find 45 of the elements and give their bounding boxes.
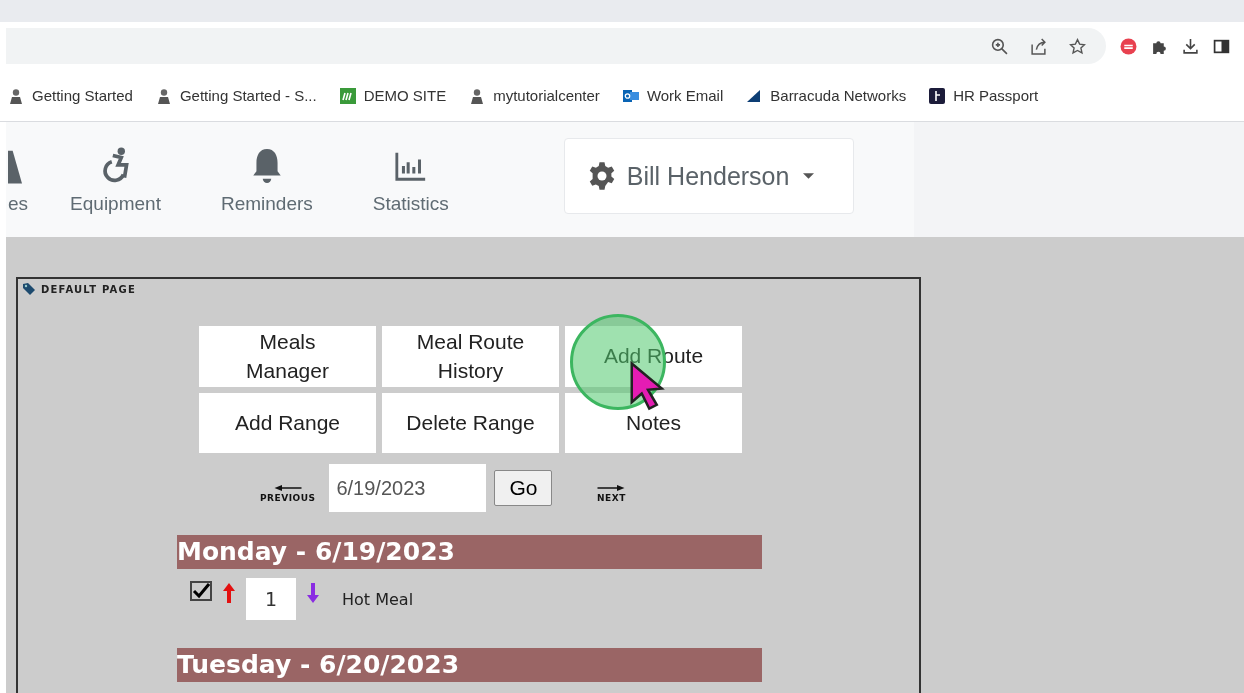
- bookmark-link[interactable]: Barracuda Networks: [746, 87, 907, 104]
- bookmark-link[interactable]: Getting Started - S...: [155, 87, 317, 104]
- nav-link[interactable]: Equipment: [40, 147, 191, 215]
- bookmark-link[interactable]: Work Email: [622, 87, 724, 104]
- sidebar-icon[interactable]: [1213, 37, 1230, 55]
- badge-icon: [929, 87, 946, 104]
- extension-icon[interactable]: [1120, 37, 1137, 55]
- bookmark-link[interactable]: Getting Started: [8, 87, 133, 104]
- bookmark-link[interactable]: mytutorialcenter: [469, 87, 600, 104]
- download-icon[interactable]: [1182, 37, 1199, 55]
- down-arrow-icon[interactable]: [306, 582, 320, 604]
- person-icon: [469, 87, 486, 104]
- day-heading: Monday - 6/19/2023: [177, 535, 762, 569]
- cursor-icon: [628, 361, 668, 411]
- menu-button[interactable]: Meal Route History: [382, 326, 559, 387]
- go-button[interactable]: Go: [494, 470, 553, 506]
- person-icon: [155, 87, 172, 104]
- mail-icon: [622, 87, 639, 104]
- person-icon: [8, 87, 24, 104]
- tag-icon: [22, 282, 36, 296]
- up-arrow-icon[interactable]: [222, 582, 236, 604]
- menu-button[interactable]: Notes: [565, 393, 742, 453]
- day-heading: Tuesday - 6/20/2023: [177, 648, 762, 682]
- user-menu-button[interactable]: Bill Henderson: [563, 138, 854, 214]
- meal-name: Hot Meal: [342, 589, 414, 609]
- nav-link[interactable]: Reminders: [190, 147, 343, 215]
- date-field[interactable]: 6/19/2023: [329, 464, 487, 512]
- quantity-field[interactable]: 1: [246, 578, 296, 620]
- menu-button[interactable]: Meals Manager: [199, 326, 376, 387]
- caret-icon: [803, 172, 815, 180]
- zoom-icon[interactable]: [991, 37, 1008, 55]
- logo-icon: [339, 87, 356, 104]
- bookmark-link[interactable]: DEMO SITE: [339, 87, 447, 104]
- fin-icon: [746, 87, 763, 104]
- share-icon[interactable]: [1030, 37, 1047, 55]
- nav-link[interactable]: es: [6, 147, 41, 215]
- bookmark-link[interactable]: HR Passport: [929, 87, 1039, 104]
- star-icon[interactable]: [1069, 37, 1086, 55]
- menu-button[interactable]: Delete Range: [382, 393, 559, 453]
- next-link[interactable]: NEXT: [596, 483, 627, 503]
- page-title: DEFAULT PAGE: [41, 283, 136, 295]
- checkbox[interactable]: [190, 581, 212, 601]
- nav-link[interactable]: Statistics: [342, 147, 479, 215]
- menu-button[interactable]: Add Range: [199, 393, 376, 453]
- previous-link[interactable]: PREVIOUS: [260, 483, 316, 503]
